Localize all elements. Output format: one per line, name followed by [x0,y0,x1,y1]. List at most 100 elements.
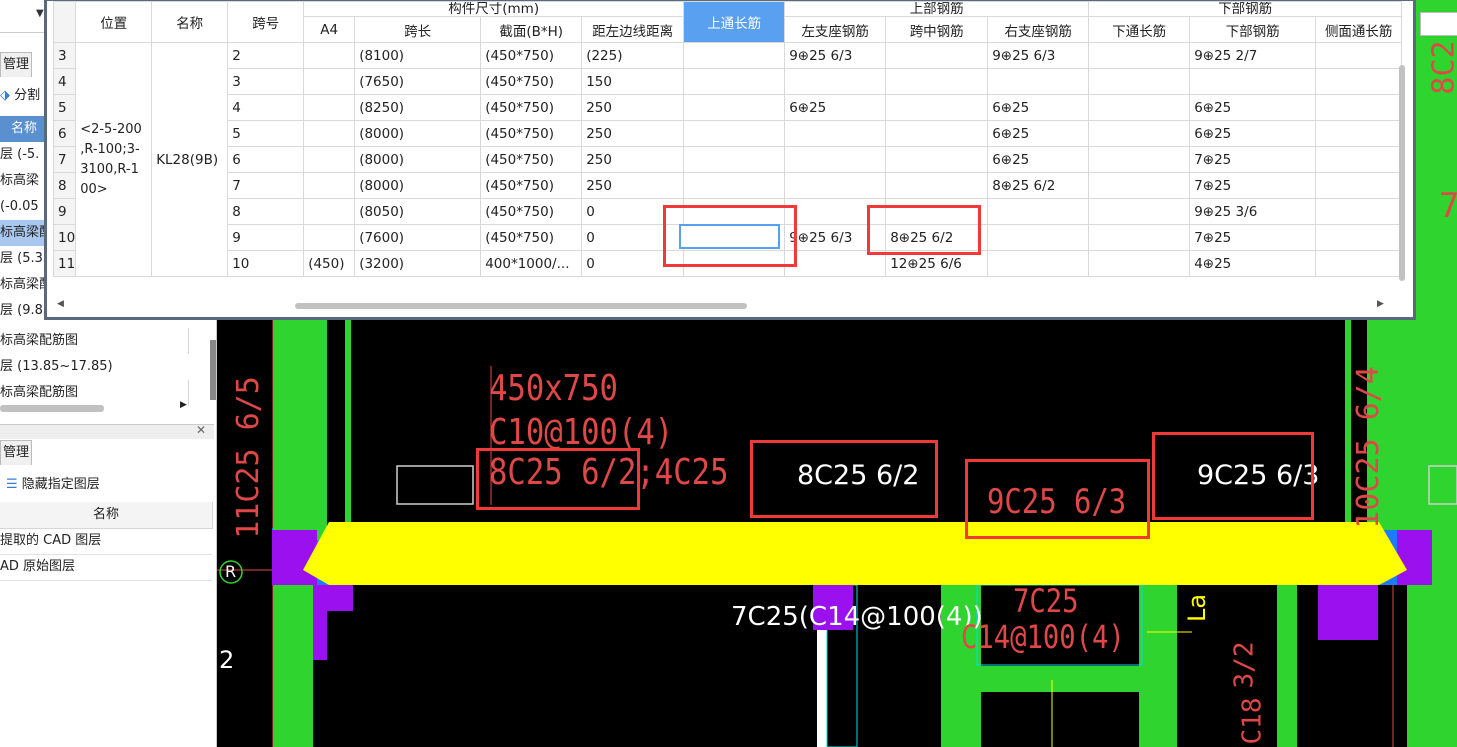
split-button[interactable]: ⬗ 分割 [0,84,40,108]
cell-bottom-through[interactable] [1088,94,1191,121]
cell-a4[interactable] [303,224,356,251]
floor-item[interactable]: 层 (13.85~17.85) [0,354,212,380]
cell-bottom-rebar[interactable]: 9⊕25 3/6 [1189,198,1317,225]
table-hscroll-thumb[interactable] [295,303,747,309]
cell-span-length[interactable]: (8050) [354,198,482,225]
scroll-right-icon[interactable]: ▶ [180,400,187,410]
cell-a4[interactable] [303,68,356,95]
cell-bottom-rebar[interactable]: 7⊕25 [1189,224,1317,251]
col-top-through[interactable]: 上通长筋 [683,1,786,43]
col-left-seat[interactable]: 左支座钢筋 [784,16,887,43]
cell-mid[interactable] [885,68,989,95]
col-side-through[interactable]: 侧面通长筋 [1315,16,1403,43]
cell-left-seat[interactable]: 6⊕25 [784,94,887,121]
table-hscrollbar[interactable]: ◀ ▶ [55,297,1384,313]
table-row[interactable]: 5 4 (8250) (450*750) 250 6⊕25 6⊕25 6⊕25 [52,94,1403,121]
cell-section[interactable]: (450*750) [480,94,583,121]
cell-a4[interactable] [303,94,356,121]
cell-side-through[interactable] [1315,120,1403,147]
cell-bottom-through[interactable] [1088,224,1191,251]
cell-left-seat[interactable] [784,172,887,199]
cell-top-through[interactable] [683,120,786,147]
table-row[interactable]: 6 5 (8000) (450*750) 250 6⊕25 6⊕25 [52,120,1403,147]
cell-a4[interactable] [303,42,356,69]
cell-side-through[interactable] [1315,198,1403,225]
cell-span-no[interactable]: 7 [227,172,305,199]
cell-side-through[interactable] [1315,68,1403,95]
close-icon[interactable]: ✕ [196,423,206,437]
right-toolbar-box[interactable] [1420,12,1457,36]
cell-name[interactable]: KL28(9B) [151,42,229,277]
cell-span-no[interactable]: 4 [227,94,305,121]
cell-span-no[interactable]: 2 [227,42,305,69]
row-number[interactable]: 6 [52,120,77,147]
row-number[interactable]: 8 [52,172,77,199]
cell-bottom-rebar[interactable]: 9⊕25 2/7 [1189,42,1317,69]
dropdown-field[interactable]: ▼ [0,0,48,33]
left-hscrollbar[interactable]: ▶ [0,400,196,414]
table-row[interactable]: 7 6 (8000) (450*750) 250 6⊕25 7⊕25 [52,146,1403,173]
cell-section[interactable]: (450*750) [480,224,583,251]
cell-bottom-through[interactable] [1088,198,1191,225]
cell-left-seat[interactable] [784,146,887,173]
row-number[interactable]: 4 [52,68,77,95]
cell-side-through[interactable] [1315,224,1403,251]
cell-top-through[interactable] [683,94,786,121]
layer-item[interactable]: AD 原始图层 [0,554,212,581]
cell-a4[interactable]: (450) [303,250,356,277]
cell-side-through[interactable] [1315,146,1403,173]
table-row[interactable]: 4 3 (7650) (450*750) 150 [52,68,1403,95]
cell-section[interactable]: (450*750) [480,198,583,225]
cell-a4[interactable] [303,146,356,173]
cell-bottom-through[interactable] [1088,68,1191,95]
cell-span-length[interactable]: (7650) [354,68,482,95]
col-mid[interactable]: 跨中钢筋 [885,16,989,43]
cell-bottom-through[interactable] [1088,250,1191,277]
cell-distance[interactable]: (225) [581,42,685,69]
cell-section[interactable]: (450*750) [480,120,583,147]
cell-bottom-rebar[interactable]: 7⊕25 [1189,146,1317,173]
cell-bottom-rebar[interactable]: 6⊕25 [1189,94,1317,121]
cell-bottom-through[interactable] [1088,172,1191,199]
cell-top-through[interactable] [683,146,786,173]
cell-bottom-through[interactable] [1088,120,1191,147]
cell-section[interactable]: (450*750) [480,146,583,173]
col-span-length[interactable]: 跨长 [354,16,482,43]
cell-right-seat[interactable]: 8⊕25 6/2 [987,172,1090,199]
table-row[interactable]: 8 7 (8000) (450*750) 250 8⊕25 6/2 7⊕25 [52,172,1403,199]
cell-top-through[interactable] [683,68,786,95]
tab-manage-bottom[interactable]: 管理 [0,440,33,465]
left-vscrollbar[interactable] [210,340,216,400]
cell-right-seat[interactable] [987,68,1090,95]
cell-span-no[interactable]: 9 [227,224,305,251]
cell-section[interactable]: (450*750) [480,172,583,199]
cell-right-seat[interactable] [987,250,1090,277]
cell-mid[interactable] [885,120,989,147]
layer-item[interactable]: 提取的 CAD 图层 [0,528,212,555]
col-position[interactable]: 位置 [75,1,153,43]
cell-distance[interactable]: 250 [581,120,685,147]
row-number[interactable]: 9 [52,198,77,225]
cell-right-seat[interactable]: 6⊕25 [987,94,1090,121]
cell-span-length[interactable]: (8250) [354,94,482,121]
cell-right-seat[interactable]: 6⊕25 [987,146,1090,173]
cell-a4[interactable] [303,172,356,199]
cell-left-seat[interactable] [784,68,887,95]
cell-span-length[interactable]: (8000) [354,120,482,147]
cell-span-length[interactable]: (3200) [354,250,482,277]
cell-span-length[interactable]: (8000) [354,146,482,173]
cell-right-seat[interactable] [987,198,1090,225]
cell-bottom-rebar[interactable]: 7⊕25 [1189,172,1317,199]
cell-bottom-rebar[interactable]: 4⊕25 [1189,250,1317,277]
cell-side-through[interactable] [1315,94,1403,121]
cell-section[interactable]: 400*1000/... [480,250,583,277]
col-section[interactable]: 截面(B*H) [480,16,583,43]
cell-bottom-through[interactable] [1088,146,1191,173]
cell-side-through[interactable] [1315,250,1403,277]
cell-mid[interactable] [885,42,989,69]
cell-right-seat[interactable]: 9⊕25 6/3 [987,42,1090,69]
cell-span-no[interactable]: 5 [227,120,305,147]
cell-mid[interactable] [885,146,989,173]
col-distance[interactable]: 距左边线距离 [581,16,685,43]
cell-bottom-rebar[interactable] [1189,68,1317,95]
